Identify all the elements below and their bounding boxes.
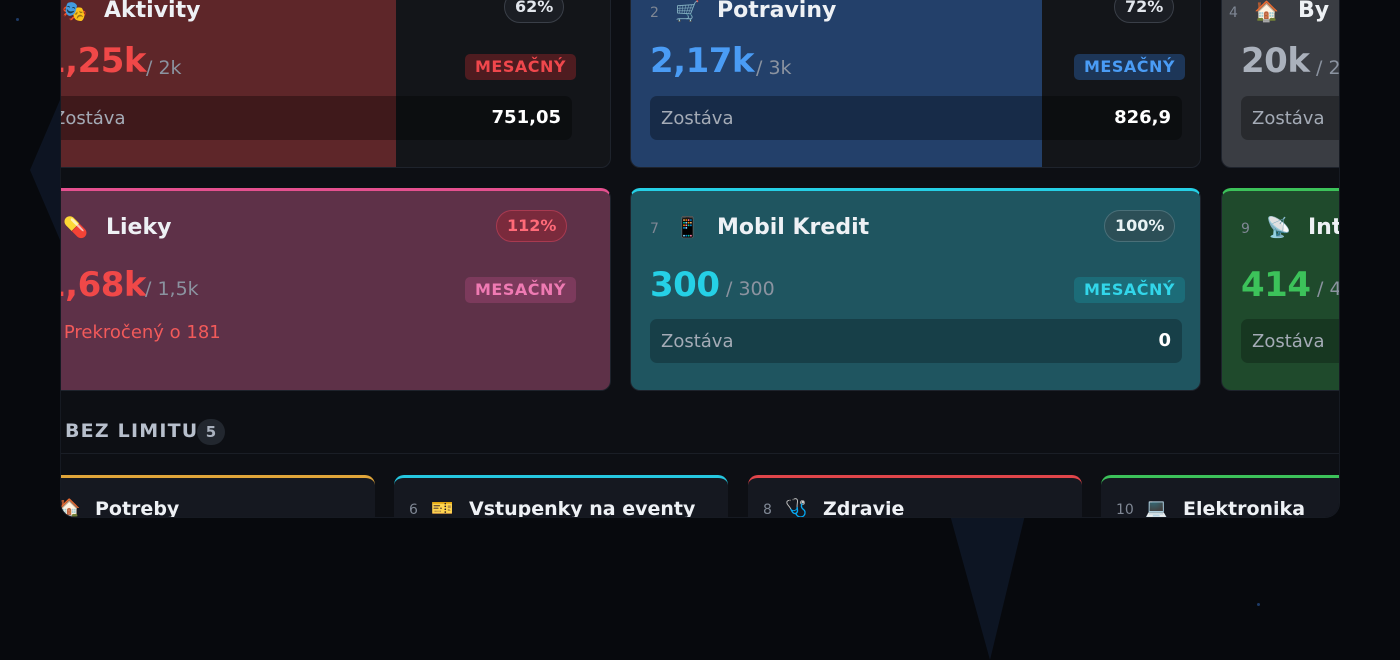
remaining-label: Zostáva: [661, 108, 734, 129]
limit-amount: / 3k: [756, 57, 792, 79]
budget-card-int[interactable]: 9 📡 Int 414 / 4 Zostáva: [1221, 188, 1339, 391]
card-title: Elektronika: [1183, 498, 1306, 517]
card-title: By: [1298, 0, 1330, 23]
card-index: 10: [1116, 502, 1134, 517]
unlimited-card-zdravie[interactable]: 8 🩺 Zdravie: [748, 475, 1082, 517]
ticket-icon: 🎫: [431, 498, 454, 517]
limit-amount: / 2: [1316, 57, 1339, 79]
budget-card-by[interactable]: 4 🏠 By 20k / 2 Zostáva: [1221, 0, 1339, 168]
stethoscope-icon: 🩺: [785, 498, 808, 517]
remaining-label: Zostáva: [1252, 331, 1325, 352]
background-dot: [16, 18, 19, 21]
card-title: Potraviny: [717, 0, 837, 23]
spent-amount: 1,68k: [61, 265, 147, 305]
shopping-cart-icon: 🛒: [675, 0, 700, 23]
section-divider: [61, 453, 1339, 454]
percent-badge: 112%: [496, 210, 568, 242]
pill-icon: 💊: [63, 215, 88, 239]
satellite-dish-icon: 📡: [1266, 215, 1291, 239]
remaining-label: Zostáva: [1252, 108, 1325, 129]
card-title: Lieky: [106, 215, 172, 240]
percent-badge: 62%: [504, 0, 565, 23]
house-icon: 🏠: [1254, 0, 1279, 23]
section-title: BEZ LIMITU: [65, 420, 199, 442]
budget-card-aktivity[interactable]: 1 🎭 Aktivity 62% 1,25k / 2k MESAČNÝ Zost…: [61, 0, 611, 168]
period-badge: MESAČNÝ: [465, 277, 576, 303]
background-shard-bottom: [950, 515, 1025, 660]
progress-fill: [61, 0, 396, 167]
card-title: Mobil Kredit: [717, 215, 870, 240]
budget-card-potraviny[interactable]: 2 🛒 Potraviny 72% 2,17k / 3k MESAČNÝ Zos…: [630, 0, 1201, 168]
card-title: Potreby: [95, 498, 180, 517]
card-title: Aktivity: [104, 0, 201, 23]
mobile-phone-icon: 📱: [675, 215, 700, 239]
unlimited-card-potreby[interactable]: 3 🏠 Potreby: [61, 475, 375, 517]
limit-amount: / 300: [726, 278, 775, 300]
card-title: Int: [1308, 215, 1339, 240]
period-badge: MESAČNÝ: [465, 54, 576, 80]
remaining-value: 751,05: [491, 107, 561, 128]
card-index: 7: [650, 221, 659, 237]
background-dot: [1257, 603, 1260, 606]
budget-panel: 1 🎭 Aktivity 62% 1,25k / 2k MESAČNÝ Zost…: [61, 0, 1339, 517]
remaining-row: Zostáva: [1241, 319, 1339, 363]
limit-amount: / 1,5k: [145, 278, 199, 300]
budget-card-lieky[interactable]: 5 💊 Lieky 112% 1,68k / 1,5k MESAČNÝ ⚠ Pr…: [61, 188, 611, 391]
spent-amount: 300: [650, 265, 720, 305]
card-title: Vstupenky na eventy: [469, 498, 696, 517]
remaining-row: Zostáva 826,9: [650, 96, 1182, 140]
card-title: Zdravie: [823, 498, 905, 517]
spent-amount: 2,17k: [650, 41, 755, 81]
card-index: 4: [1229, 5, 1238, 21]
overspent-warning: ⚠ Prekročený o 181: [61, 322, 221, 343]
remaining-label: Zostáva: [61, 108, 126, 129]
remaining-value: 826,9: [1114, 107, 1171, 128]
section-count-badge: 5: [197, 419, 225, 445]
card-index: 8: [763, 502, 772, 517]
card-index: 9: [1241, 221, 1250, 237]
spent-amount: 1,25k: [61, 41, 147, 81]
remaining-label: Zostáva: [661, 331, 734, 352]
laptop-icon: 💻: [1145, 498, 1168, 517]
percent-badge: 100%: [1104, 210, 1176, 242]
limit-amount: / 4: [1317, 278, 1339, 300]
remaining-row: Zostáva 0: [650, 319, 1182, 363]
period-badge: MESAČNÝ: [1074, 277, 1185, 303]
house-icon: 🏠: [61, 498, 81, 517]
spent-amount: 20k: [1241, 41, 1310, 81]
period-badge: MESAČNÝ: [1074, 54, 1185, 80]
limit-amount: / 2k: [146, 57, 182, 79]
remaining-row: Zostáva: [1241, 96, 1339, 140]
theater-masks-icon: 🎭: [62, 0, 87, 23]
spent-amount: 414: [1241, 265, 1311, 305]
remaining-row: Zostáva 751,05: [61, 96, 572, 140]
card-index: 2: [650, 5, 659, 21]
budget-card-mobil-kredit[interactable]: 7 📱 Mobil Kredit 100% 300 / 300 MESAČNÝ …: [630, 188, 1201, 391]
card-index: 6: [409, 502, 418, 517]
percent-badge: 72%: [1114, 0, 1175, 23]
remaining-value: 0: [1158, 330, 1171, 351]
unlimited-card-elektronika[interactable]: 10 💻 Elektronika: [1101, 475, 1339, 517]
progress-fill: [631, 0, 1042, 167]
unlimited-card-vstupenky[interactable]: 6 🎫 Vstupenky na eventy: [394, 475, 728, 517]
